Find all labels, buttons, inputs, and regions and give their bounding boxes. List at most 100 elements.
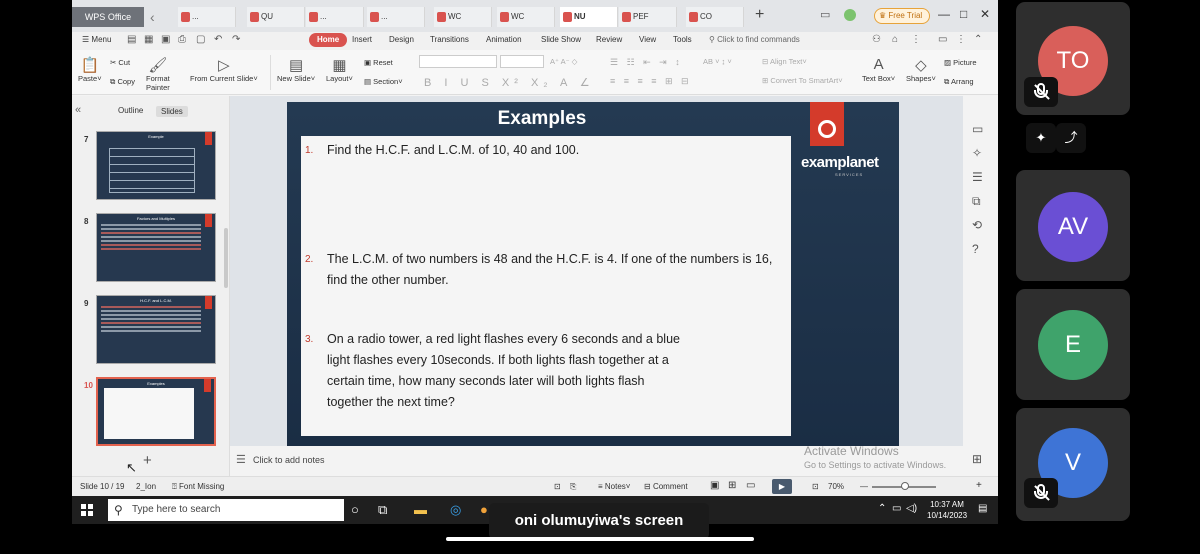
collapse-ribbon-icon[interactable]: ⌃ [974,34,982,45]
pin-icon[interactable]: ✦ [1026,123,1056,153]
picture-button[interactable]: ▨ Picture [944,58,977,67]
menu-tab-slide-show[interactable]: Slide Show [541,35,581,44]
paste-button[interactable]: 📋 Paste˅ [78,56,102,83]
minimize-button[interactable]: — [938,7,950,21]
menu-tab-design[interactable]: Design [389,35,414,44]
layout-button[interactable]: ▦ Layout˅ [326,56,353,83]
tray-chevron-icon[interactable]: ⌃ [878,503,886,514]
taskbar-search[interactable]: ⚲ Type here to search [108,499,344,521]
start-button[interactable] [81,504,93,516]
text-format-icons[interactable]: B I U S X² X₂ A ∠ [424,76,595,89]
participant-tile[interactable]: AV [1016,170,1130,281]
slide-content-box[interactable]: 1. Find the H.C.F. and L.C.M. of 10, 40 … [301,136,791,436]
free-trial-button[interactable]: ♛ Free Trial [874,8,931,24]
reading-view-icon[interactable]: ▭ [746,480,755,491]
menu-tab-animation[interactable]: Animation [486,35,522,44]
document-tab[interactable]: QU [247,7,305,27]
document-tab[interactable]: CO [686,7,744,27]
document-tab[interactable]: ... [178,7,236,27]
font-size-select[interactable] [500,55,544,68]
slide-thumbnail-7[interactable]: Example [96,131,216,200]
collapse-panel-icon[interactable]: « [75,104,81,116]
participant-tile[interactable]: E [1016,289,1130,400]
normal-view-icon[interactable]: ▣ [710,480,719,491]
task-view-icon[interactable]: ○ [351,502,359,517]
print-icon[interactable]: ⎙ [178,34,186,45]
new-tab-button[interactable]: + [755,6,764,24]
fit-icon[interactable]: ⊡ [812,482,819,491]
open-file-icon[interactable]: ▦ [144,34,153,45]
preview-icon[interactable]: ▢ [196,34,205,45]
history-icon[interactable]: ⟲ [972,218,982,232]
network-icon[interactable]: ▭ [892,503,901,514]
layout-icon[interactable]: ▭ [820,8,830,21]
main-menu-button[interactable]: ☰ Menu [82,35,111,44]
comment-toggle[interactable]: ⊟ Comment [644,482,688,491]
firefox-icon[interactable]: ● [480,502,488,517]
slide-thumbnail-8[interactable]: Factors and Multiples [96,213,216,282]
zoom-in-button[interactable]: + [976,480,982,491]
animation-icon[interactable]: ⧉ [972,194,981,209]
document-tab[interactable]: WC [497,7,555,27]
section-button[interactable]: ▤ Section˅ [364,77,403,86]
convert-smartart-button[interactable]: ⊞ Convert To SmartArt˅ [762,76,843,85]
tab-outline[interactable]: Outline [118,106,143,115]
reset-button[interactable]: ▣ Reset [364,58,393,67]
redo-icon[interactable]: ↷ [232,34,240,45]
wps-office-tab[interactable]: WPS Office [72,7,144,27]
ribbon-more-icon[interactable]: ⋮ [956,34,966,45]
style-icon[interactable]: ✧ [972,146,982,160]
align-icons[interactable]: ≡ ≡ ≡ ≡ ⊞ ⊟ [610,76,692,87]
share-icon[interactable]: ⚇ [872,34,881,45]
current-slide[interactable]: Examples 1. Find the H.C.F. and L.C.M. o… [287,102,899,446]
document-tab[interactable]: WC [434,7,492,27]
font-name-select[interactable] [419,55,497,68]
notes-toggle[interactable]: ≡ Notes˅ [598,482,630,491]
panel-scrollbar[interactable] [224,228,228,288]
menu-tab-transitions[interactable]: Transitions [430,35,469,44]
file-explorer-icon[interactable]: ▬ [414,502,427,517]
popout-icon[interactable]: ⤴ [1056,123,1086,153]
menu-tab-insert[interactable]: Insert [352,35,372,44]
slide-thumbnail-9[interactable]: H.C.F. and L.C.M. [96,295,216,364]
save-icon[interactable]: ▣ [161,34,170,45]
text-box-button[interactable]: A Text Box˅ [862,56,895,83]
menu-tab-home[interactable]: Home [309,33,348,47]
font-grow-icon[interactable]: A⁺ A⁻ ◇ [550,57,577,66]
slide-thumbnail-10[interactable]: Examples [96,377,216,446]
zoom-slider-handle[interactable] [901,482,909,490]
settings-sliders-icon[interactable]: ☰ [972,170,983,184]
notifications-icon[interactable]: ▤ [978,503,987,514]
menu-tab-tools[interactable]: Tools [673,35,692,44]
add-slide-button[interactable]: + [143,452,152,469]
new-slide-button[interactable]: ▤ New Slide˅ [277,56,315,83]
help-icon[interactable]: ? [972,242,979,256]
sorter-view-icon[interactable]: ⊞ [728,480,736,491]
home-indicator[interactable] [446,537,754,541]
volume-icon[interactable]: ◁) [906,503,917,514]
arrange-button[interactable]: ⧉ Arrang [944,77,974,87]
undo-icon[interactable]: ↶ [214,34,222,45]
comment-icon[interactable]: ▭ [938,34,947,45]
tab-slides[interactable]: Slides [156,106,188,117]
object-props-icon[interactable]: ▭ [972,122,983,136]
font-missing-button[interactable]: ⍰ Font Missing [172,482,224,492]
zoom-level[interactable]: 70% [828,482,844,491]
menu-tab-review[interactable]: Review [596,35,622,44]
document-tab[interactable]: PEF [619,7,677,27]
taskbar-clock[interactable]: 10:37 AM 10/14/2023 [927,499,967,521]
shapes-button[interactable]: ◇ Shapes˅ [906,56,936,83]
more-icon[interactable]: ⋮ [911,34,921,45]
tab-scroll-left-icon[interactable]: ‹ [150,9,155,25]
new-file-icon[interactable]: ▤ [127,34,136,45]
edge-icon[interactable]: ◎ [450,502,461,518]
list-icons[interactable]: ☰ ☷ ⇤ ⇥ ↕ [610,57,683,68]
zoom-out-button[interactable]: — [860,482,868,491]
document-tab[interactable]: ... [367,7,425,27]
document-tab[interactable]: NU [560,7,618,27]
text-direction-icon[interactable]: AB ˅ ↨ ˅ [703,57,732,66]
participant-tile[interactable]: TO [1016,2,1130,115]
document-tab[interactable]: ... [306,7,364,27]
close-button[interactable]: ✕ [980,7,990,21]
format-painter-button[interactable]: 🖌 Format Painter [146,56,170,92]
